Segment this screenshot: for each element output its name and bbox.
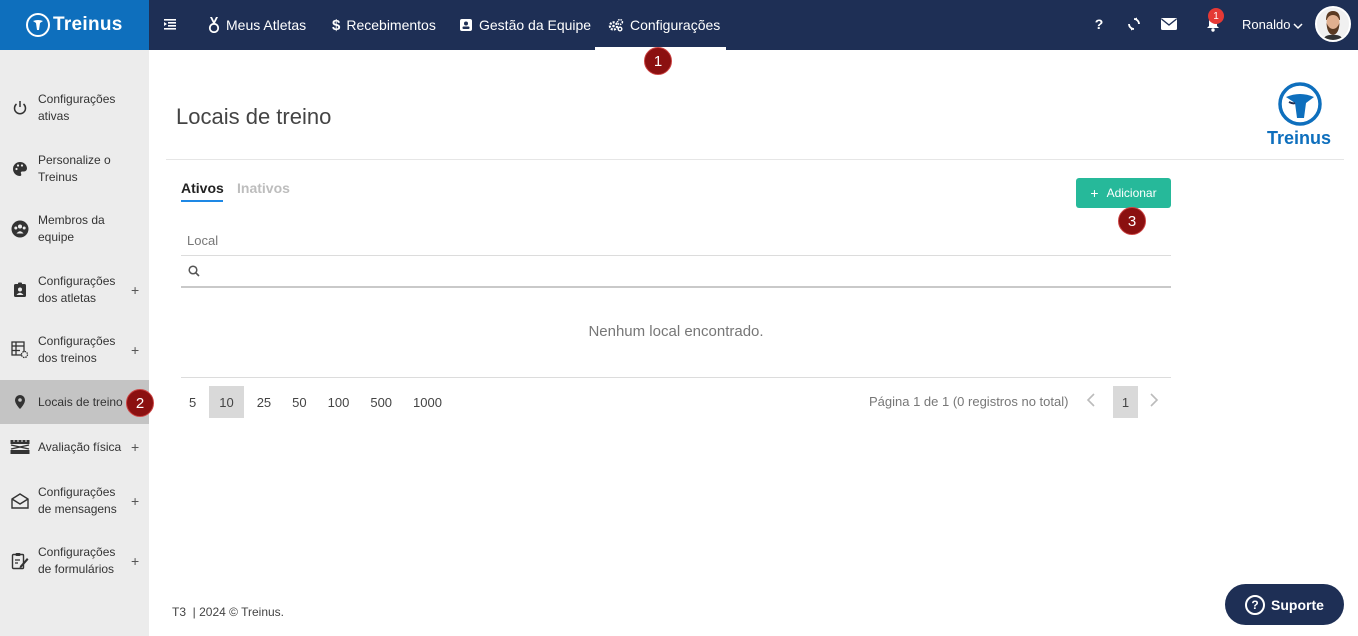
page-size-option[interactable]: 5 (181, 386, 204, 418)
plus-icon: + (1090, 185, 1099, 201)
page-size-option[interactable]: 25 (249, 386, 279, 418)
help-icon[interactable]: ? (1090, 15, 1108, 33)
workout-grid-icon (10, 340, 30, 360)
gears-icon (608, 18, 624, 32)
expand-plus-icon[interactable]: + (131, 553, 139, 569)
envelope-open-icon (10, 491, 30, 511)
tab-active-underline (181, 200, 223, 202)
nav-gestao-equipe-label: Gestão da Equipe (479, 17, 592, 33)
dollar-icon: $ (332, 16, 341, 34)
nav-configuracoes[interactable]: Configurações (608, 0, 720, 50)
title-divider (166, 159, 1344, 160)
sidebar-item-membros[interactable]: Membros da equipe (0, 204, 149, 254)
page-size-option[interactable]: 100 (320, 386, 358, 418)
help-circle-icon: ? (1245, 594, 1266, 615)
ruler-icon (10, 437, 30, 457)
sidebar: Configurações ativas Personalize o Trein… (0, 50, 149, 636)
page-size-option[interactable]: 50 (284, 386, 314, 418)
expand-plus-icon[interactable]: + (131, 493, 139, 509)
search-input[interactable] (203, 260, 1163, 284)
page-size-option[interactable]: 1000 (405, 386, 450, 418)
add-button-label: Adicionar (1106, 186, 1157, 200)
sidebar-item-personalize[interactable]: Personalize o Treinus (0, 144, 149, 194)
svg-text:Treinus: Treinus (1267, 128, 1331, 148)
medal-icon (208, 17, 220, 33)
sidebar-item-label: Configurações de mensagens (38, 485, 117, 516)
form-edit-icon (10, 551, 30, 571)
step-marker-2: 2 (126, 389, 154, 417)
chevron-left-icon[interactable] (1086, 392, 1096, 413)
nav-recebimentos-label: Recebimentos (346, 17, 436, 33)
top-navbar: Treinus Meus Atletas $ Recebimentos Gest… (0, 0, 1358, 50)
power-icon (10, 98, 30, 118)
palette-icon (10, 159, 30, 179)
chevron-down-icon[interactable] (1293, 18, 1303, 36)
page-size-option-selected[interactable]: 10 (209, 386, 244, 418)
support-label: Suporte (1271, 596, 1324, 613)
add-button[interactable]: + Adicionar (1076, 178, 1171, 208)
page-size-option[interactable]: 500 (362, 386, 400, 418)
sidebar-item-config-treinos[interactable]: Configurações dos treinos + (0, 325, 149, 375)
sidebar-item-label: Personalize o Treinus (38, 153, 111, 184)
treinus-brand-logo: Treinus (1262, 82, 1336, 148)
sidebar-item-config-atletas[interactable]: Configurações dos atletas + (0, 265, 149, 315)
sidebar-item-config-mensagens[interactable]: Configurações de mensagens + (0, 476, 149, 526)
user-name[interactable]: Ronaldo (1242, 17, 1290, 32)
mail-icon[interactable] (1160, 15, 1178, 33)
nav-recebimentos[interactable]: $ Recebimentos (332, 0, 436, 50)
step-marker-1: 1 (644, 47, 672, 75)
nav-meus-atletas-label: Meus Atletas (226, 17, 307, 33)
empty-message: Nenhum local encontrado. (588, 323, 764, 340)
brand-logo-area[interactable]: Treinus (0, 0, 149, 50)
column-header-local[interactable]: Local (187, 233, 218, 248)
map-pin-icon (10, 392, 30, 412)
sidebar-item-configuracoes-ativas[interactable]: Configurações ativas (0, 83, 149, 133)
id-card-icon (459, 18, 473, 32)
table-bottom-divider (181, 377, 1171, 378)
filter-row (181, 256, 1171, 287)
chevron-right-icon[interactable] (1149, 392, 1159, 413)
expand-plus-icon[interactable]: + (131, 282, 139, 298)
athlete-badge-icon (10, 280, 30, 300)
filter-divider (181, 286, 1171, 288)
team-icon (10, 219, 30, 239)
menu-toggle-icon[interactable] (162, 16, 178, 32)
pagination-info: Página 1 de 1 (0 registros no total) (869, 394, 1069, 409)
tab-ativos[interactable]: Ativos (181, 180, 224, 196)
step-marker-3: 3 (1118, 207, 1146, 235)
sidebar-item-label: Configurações dos atletas (38, 274, 116, 305)
footer-text: T3 | 2024 © Treinus. (172, 605, 285, 619)
sidebar-item-label: Avaliação física (38, 439, 122, 454)
brand-name: Treinus (53, 14, 123, 35)
support-button[interactable]: ? Suporte (1225, 584, 1344, 625)
nav-gestao-equipe[interactable]: Gestão da Equipe (459, 0, 591, 50)
sidebar-item-avaliacao-fisica[interactable]: Avaliação física + (0, 422, 149, 472)
notification-badge: 1 (1208, 8, 1224, 24)
page-title: Locais de treino (176, 104, 332, 129)
sidebar-item-label: Membros da equipe (38, 213, 105, 244)
avatar[interactable] (1315, 6, 1351, 42)
nav-configuracoes-label: Configurações (630, 17, 721, 33)
expand-plus-icon[interactable]: + (131, 439, 139, 455)
tab-inativos[interactable]: Inativos (237, 180, 290, 196)
page-number-current[interactable]: 1 (1113, 386, 1138, 418)
treinus-logo-icon (26, 13, 50, 37)
page-size-selector: 5 10 25 50 100 500 1000 (181, 386, 455, 418)
nav-meus-atletas[interactable]: Meus Atletas (208, 0, 306, 50)
sidebar-item-label: Configurações ativas (38, 92, 116, 123)
sync-icon[interactable] (1125, 15, 1143, 33)
sidebar-item-config-formularios[interactable]: Configurações de formulários + (0, 536, 149, 586)
sidebar-item-label: Locais de treino (38, 394, 123, 409)
sidebar-item-label: Configurações de formulários (38, 545, 116, 576)
sidebar-item-label: Configurações dos treinos (38, 334, 116, 365)
expand-plus-icon[interactable]: + (131, 342, 139, 358)
search-icon (188, 264, 200, 282)
